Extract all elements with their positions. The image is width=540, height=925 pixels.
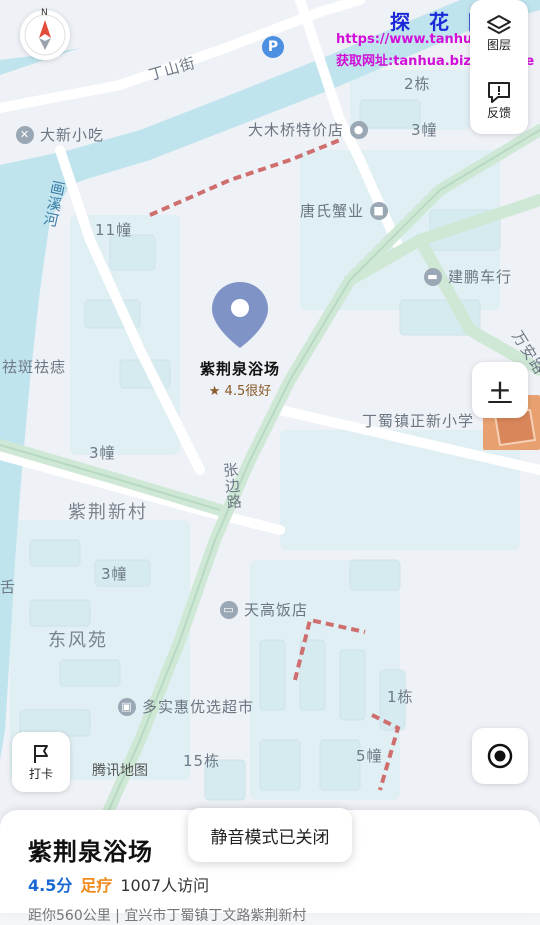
- building-label: 15栋: [183, 752, 221, 770]
- building-label: 3幢: [89, 444, 116, 462]
- shop-icon: ●: [350, 120, 369, 139]
- map-canvas[interactable]: 丁山街 张边路 万安路 画溪河 紫荆新村 东风苑 2栋 3幢 11幢 3幢 3幢…: [0, 0, 540, 913]
- poi-dszx[interactable]: 丁蜀镇正新小学: [362, 410, 474, 431]
- cart-icon: ▣: [118, 697, 136, 716]
- area-label-dongfeng: 东风苑: [48, 630, 108, 651]
- marker-rating: ★ 4.5很好: [140, 380, 340, 399]
- building-label: 1栋: [387, 688, 414, 706]
- building-label: 2栋: [404, 75, 431, 93]
- layers-icon: [487, 14, 511, 34]
- parking-icon[interactable]: P: [262, 36, 284, 58]
- marker-rating-text: 4.5很好: [224, 384, 272, 399]
- building-label: 11幢: [95, 221, 133, 239]
- compass-north-label: N: [41, 8, 48, 18]
- plus-icon: +: [488, 373, 512, 406]
- toast-message: 静音模式已关闭: [188, 808, 352, 862]
- place-meta: 4.5分 足疗 1007人访问: [28, 872, 209, 896]
- checkin-button[interactable]: 打卡: [12, 732, 70, 792]
- place-category: 足疗: [80, 876, 113, 895]
- bed-icon: ▭: [220, 600, 238, 619]
- poi-dmq[interactable]: 大木桥特价店 ●: [248, 119, 369, 140]
- place-title: 紫荆泉浴场: [28, 838, 153, 866]
- place-visits: 1007人访问: [120, 876, 210, 895]
- locate-button[interactable]: [472, 728, 528, 784]
- star-icon: ★: [208, 384, 225, 399]
- place-score: 4.5分: [28, 876, 73, 895]
- poi-label: 建鹏车行: [448, 268, 513, 286]
- zoom-in-button[interactable]: +: [472, 362, 528, 418]
- area-label-zijing: 紫荆新村: [68, 502, 148, 523]
- marker-name: 紫荆泉浴场: [199, 360, 280, 378]
- right-top-controls: 图层 反馈: [470, 0, 528, 134]
- car-icon: ▬: [424, 267, 442, 286]
- fork-knife-icon: ✕: [16, 125, 34, 144]
- edge-label: 祛斑祛痣: [2, 358, 67, 376]
- poi-jpch[interactable]: ▬ 建鹏车行: [424, 266, 512, 287]
- poi-tsxy[interactable]: 唐氏蟹业 ■: [300, 200, 389, 221]
- map-pin-icon: [212, 282, 268, 348]
- poi-label: 天高饭店: [244, 601, 309, 619]
- feedback-icon: [488, 81, 510, 103]
- feedback-button[interactable]: 反馈: [486, 80, 512, 121]
- building-label: 5幢: [356, 747, 383, 765]
- poi-dxxc[interactable]: ✕ 大新小吃: [16, 124, 104, 145]
- poi-tgfd[interactable]: ▭ 天高饭店: [220, 599, 308, 620]
- poi-label: 多实惠优选超市: [142, 698, 255, 716]
- selected-marker[interactable]: [210, 280, 270, 352]
- location-target-icon: [487, 743, 513, 769]
- compass[interactable]: N: [20, 8, 70, 60]
- shop-bag-icon: ■: [370, 201, 389, 220]
- poi-dshcs[interactable]: ▣ 多实惠优选超市: [118, 696, 254, 717]
- feedback-label: 反馈: [486, 105, 511, 120]
- checkin-label: 打卡: [28, 766, 53, 781]
- poi-label: 丁蜀镇正新小学: [362, 412, 475, 430]
- building-label: 3幢: [101, 565, 128, 583]
- poi-label: 大木桥特价店: [248, 121, 345, 139]
- flag-icon: [34, 744, 48, 763]
- building-label: 3幢: [411, 121, 438, 139]
- edge-label: 舌: [0, 578, 17, 596]
- layers-label: 图层: [486, 37, 511, 52]
- place-info: 距你560公里 | 宜兴市丁蜀镇丁文路紫荆新村: [28, 908, 307, 924]
- poi-label: 唐氏蟹业: [300, 202, 365, 220]
- map-brand: 腾讯地图: [92, 763, 148, 779]
- layers-button[interactable]: 图层: [486, 14, 512, 53]
- poi-label: 大新小吃: [40, 126, 105, 144]
